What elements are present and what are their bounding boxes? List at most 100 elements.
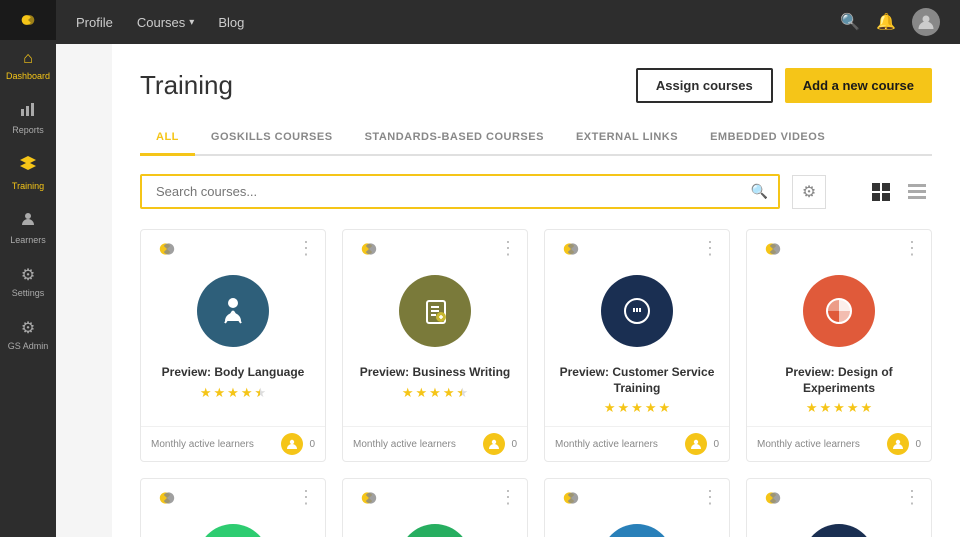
star-filled: ★: [416, 385, 428, 401]
grid-view-button[interactable]: [866, 177, 896, 207]
star-filled: ★: [214, 385, 226, 401]
tab-goskills[interactable]: GOSKILLS COURSES: [195, 123, 349, 156]
learners-icon: [20, 211, 36, 232]
course-card[interactable]: ⋮ Preview: Course 5 ★★★★★★ Monthly activ…: [140, 478, 326, 537]
filter-gear-button[interactable]: ⚙: [792, 175, 826, 209]
card-icon-area: [747, 512, 931, 537]
course-menu-icon[interactable]: ⋮: [701, 487, 719, 508]
main-content: Training Assign courses Add a new course…: [112, 44, 960, 537]
course-menu-icon[interactable]: ⋮: [297, 238, 315, 259]
card-top: ⋮: [545, 479, 729, 512]
tab-external[interactable]: EXTERNAL LINKS: [560, 123, 694, 156]
sidebar-item-training[interactable]: Training: [0, 145, 56, 201]
top-nav: Profile Courses ▾ Blog 🔍 🔔: [56, 0, 960, 44]
course-card[interactable]: ⋮ Preview: Course 7 ★★★★★★ Monthly activ…: [544, 478, 730, 537]
course-card[interactable]: ⋮ Preview: Business Writing ★★★★★★ Month…: [342, 229, 528, 462]
sidebar-item-learners[interactable]: Learners: [0, 201, 56, 255]
course-icon-circle: [197, 524, 269, 537]
search-input[interactable]: [152, 176, 751, 207]
learner-count: 0: [685, 433, 719, 455]
search-icon[interactable]: 🔍: [840, 12, 860, 32]
card-icon-area: [747, 263, 931, 357]
course-icon-circle: [803, 524, 875, 537]
course-stars: ★★★★★★: [151, 385, 315, 401]
goskills-logo: [555, 489, 587, 507]
monthly-learners-label: Monthly active learners: [151, 439, 254, 450]
course-card[interactable]: ⋮ Preview: Course 6 ★★★★★★ Monthly activ…: [342, 478, 528, 537]
card-body: Preview: Customer Service Training ★★★★★: [545, 357, 729, 426]
card-body: Preview: Body Language ★★★★★★: [141, 357, 325, 426]
star-half: ★★: [456, 385, 468, 401]
card-top: ⋮: [141, 230, 325, 263]
course-title: Preview: Business Writing: [353, 365, 517, 381]
sidebar-item-dashboard[interactable]: ⌂ Dashboard: [0, 40, 56, 91]
course-icon-circle: [601, 275, 673, 347]
star-filled: ★: [227, 385, 239, 401]
learner-count: 0: [483, 433, 517, 455]
settings-icon: ⚙: [21, 265, 35, 285]
sidebar-item-settings[interactable]: ⚙ Settings: [0, 255, 56, 308]
sidebar-item-reports[interactable]: Reports: [0, 91, 56, 145]
add-course-button[interactable]: Add a new course: [785, 68, 932, 103]
avatar[interactable]: [912, 8, 940, 36]
monthly-learners-label: Monthly active learners: [353, 439, 456, 450]
sidebar-item-gsadmin[interactable]: ⚙ GS Admin: [0, 308, 56, 361]
course-menu-icon[interactable]: ⋮: [499, 487, 517, 508]
course-menu-icon[interactable]: ⋮: [701, 238, 719, 259]
course-card[interactable]: ⋮ Preview: Course 8 ★★★★★★ Monthly activ…: [746, 478, 932, 537]
sidebar-label-training: Training: [12, 181, 44, 191]
course-stars: ★★★★★: [757, 400, 921, 416]
course-menu-icon[interactable]: ⋮: [903, 238, 921, 259]
card-body: Preview: Business Writing ★★★★★★: [343, 357, 527, 426]
course-icon-circle: [399, 524, 471, 537]
card-icon-area: [545, 512, 729, 537]
dashboard-icon: ⌂: [23, 50, 33, 68]
tab-standards[interactable]: STANDARDS-BASED COURSES: [349, 123, 560, 156]
course-card[interactable]: ⋮ Preview: Body Language ★★★★★★ Monthly …: [140, 229, 326, 462]
course-stars: ★★★★★★: [353, 385, 517, 401]
star-filled: ★: [847, 400, 859, 416]
course-icon-circle: [803, 275, 875, 347]
nav-profile[interactable]: Profile: [76, 15, 113, 30]
card-top: ⋮: [343, 479, 527, 512]
star-filled: ★: [618, 400, 630, 416]
star-filled: ★: [241, 385, 253, 401]
learner-count: 0: [281, 433, 315, 455]
course-menu-icon[interactable]: ⋮: [297, 487, 315, 508]
tab-embedded[interactable]: EMBEDDED VIDEOS: [694, 123, 841, 156]
learner-number: 0: [309, 439, 315, 450]
course-menu-icon[interactable]: ⋮: [499, 238, 517, 259]
training-icon: [19, 155, 37, 178]
monthly-learners-label: Monthly active learners: [757, 439, 860, 450]
card-footer: Monthly active learners 0: [343, 426, 527, 461]
course-menu-icon[interactable]: ⋮: [903, 487, 921, 508]
star-filled: ★: [833, 400, 845, 416]
assign-courses-button[interactable]: Assign courses: [636, 68, 773, 103]
course-stars: ★★★★★: [555, 400, 719, 416]
star-filled: ★: [806, 400, 818, 416]
nav-courses[interactable]: Courses ▾: [137, 15, 194, 30]
list-view-button[interactable]: [902, 177, 932, 207]
card-footer: Monthly active learners 0: [747, 426, 931, 461]
search-submit-icon[interactable]: 🔍: [751, 183, 768, 200]
goskills-logo: [353, 240, 385, 258]
card-top: ⋮: [747, 479, 931, 512]
gsadmin-icon: ⚙: [21, 318, 35, 338]
reports-icon: [20, 101, 36, 122]
learner-number: 0: [511, 439, 517, 450]
sidebar-label-settings: Settings: [12, 288, 45, 298]
card-icon-area: [141, 263, 325, 357]
sidebar-label-learners: Learners: [10, 235, 46, 245]
course-card[interactable]: ⋮ Preview: Design of Experiments ★★★★★ M…: [746, 229, 932, 462]
card-icon-area: [545, 263, 729, 357]
star-half: ★★: [254, 385, 266, 401]
tab-all[interactable]: ALL: [140, 123, 195, 156]
course-icon-circle: [399, 275, 471, 347]
nav-blog[interactable]: Blog: [218, 15, 244, 30]
sidebar-label-gsadmin: GS Admin: [8, 341, 49, 351]
course-card[interactable]: ⋮ Preview: Customer Service Training ★★★…: [544, 229, 730, 462]
goskills-logo: [757, 240, 789, 258]
star-filled: ★: [429, 385, 441, 401]
card-top: ⋮: [747, 230, 931, 263]
bell-icon[interactable]: 🔔: [876, 12, 896, 32]
